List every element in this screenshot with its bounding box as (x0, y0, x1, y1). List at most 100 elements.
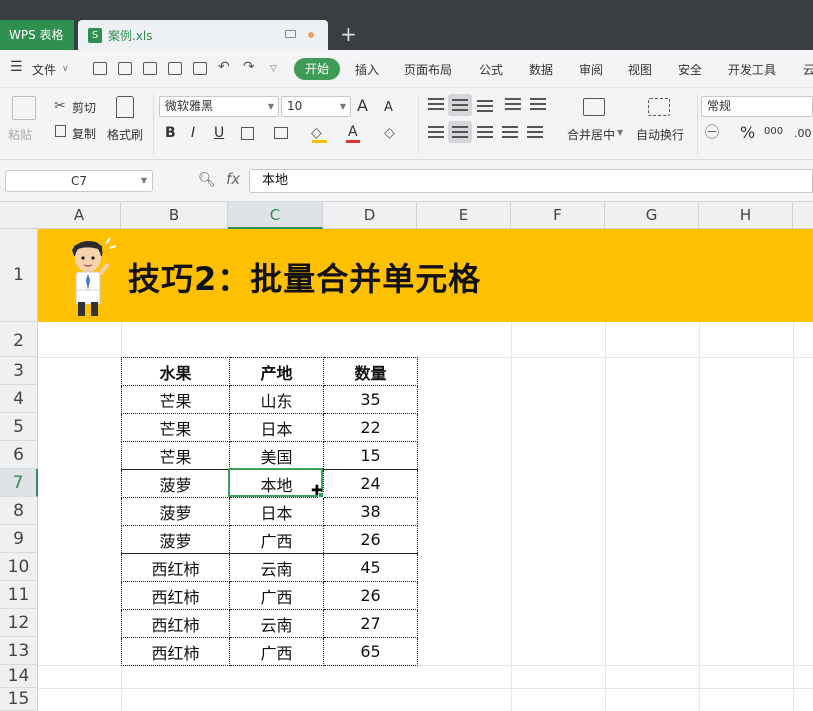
font-color-button[interactable]: A (348, 124, 358, 140)
align-top-icon[interactable] (428, 98, 444, 110)
formula-input[interactable]: 本地 (249, 169, 813, 193)
eraser-icon[interactable]: ◇ (384, 125, 395, 141)
thousands-separator-button[interactable]: 000 (764, 124, 783, 140)
distributed-align-icon[interactable] (527, 126, 543, 138)
column-header-a[interactable]: A (38, 202, 121, 229)
cell-style-icon[interactable] (274, 127, 288, 139)
cell-origin[interactable]: 山东 (229, 385, 324, 414)
align-center-icon[interactable] (452, 126, 468, 138)
cell-quantity[interactable]: 22 (323, 413, 418, 442)
decrease-font-size-button[interactable]: A (384, 100, 393, 116)
menu-formula-tab[interactable]: 公式 (479, 61, 503, 78)
column-header-h[interactable]: H (699, 202, 793, 229)
menu-cloud-tab[interactable]: 云 (803, 61, 813, 78)
column-header-d[interactable]: D (323, 202, 417, 229)
cut-button[interactable]: 剪切 (72, 99, 96, 116)
menu-view-tab[interactable]: 视图 (628, 61, 652, 78)
cell-quantity[interactable]: 38 (323, 497, 418, 526)
cell-fruit[interactable]: 西红柿 (121, 553, 230, 582)
align-middle-icon[interactable] (452, 99, 468, 111)
cell-quantity[interactable]: 15 (323, 441, 418, 470)
cell-fruit[interactable]: 菠萝 (121, 525, 230, 554)
quick-access-dropdown-icon[interactable]: ▽ (270, 64, 277, 74)
cell-origin[interactable]: 本地 (229, 469, 324, 498)
row-header-5[interactable]: 5 (0, 413, 38, 441)
row-header-2[interactable]: 2 (0, 322, 38, 357)
menu-insert-tab[interactable]: 插入 (355, 61, 379, 78)
format-painter-button[interactable]: 格式刷 (107, 126, 143, 143)
cell-quantity[interactable]: 26 (323, 581, 418, 610)
percent-button[interactable]: % (740, 125, 755, 141)
cell-fruit[interactable]: 芒果 (121, 441, 230, 470)
cell-origin[interactable]: 广西 (229, 525, 324, 554)
menu-page-layout-tab[interactable]: 页面布局 (404, 61, 452, 78)
font-name-select[interactable]: 微软雅黑 ▼ (159, 96, 279, 117)
merge-center-button[interactable]: 合并居中 (567, 126, 615, 143)
align-left-icon[interactable] (428, 126, 444, 138)
cell-quantity[interactable]: 35 (323, 385, 418, 414)
redo-icon[interactable]: ↷ (243, 59, 255, 75)
column-header-f[interactable]: F (511, 202, 605, 229)
cell-quantity[interactable]: 26 (323, 525, 418, 554)
cell-quantity[interactable]: 45 (323, 553, 418, 582)
align-bottom-icon[interactable] (477, 100, 493, 112)
underline-button[interactable]: U (214, 125, 224, 141)
open-icon[interactable] (93, 62, 107, 75)
row-header-1[interactable]: 1 (0, 229, 38, 322)
app-tab[interactable]: WPS 表格 (0, 20, 74, 50)
print-icon[interactable] (168, 62, 182, 75)
number-format-select[interactable]: 常规 (701, 96, 813, 117)
increase-font-size-button[interactable]: A (357, 98, 368, 114)
file-tab[interactable]: S 案例.xls (78, 20, 328, 50)
align-right-icon[interactable] (477, 126, 493, 138)
zoom-search-icon[interactable]: 🔍︎ (198, 172, 216, 188)
cell-origin[interactable]: 日本 (229, 497, 324, 526)
insert-function-button[interactable]: fx (226, 170, 240, 188)
row-header-15[interactable]: 15 (0, 688, 38, 711)
font-size-select[interactable]: 10 ▼ (281, 96, 351, 117)
chevron-down-icon[interactable]: ∨ (62, 64, 69, 74)
chevron-down-icon[interactable]: ▼ (141, 171, 147, 191)
cell-quantity[interactable]: 27 (323, 609, 418, 638)
menu-home-tab[interactable]: 开始 (294, 58, 340, 80)
new-tab-button[interactable]: + (340, 22, 357, 46)
column-header-b[interactable]: B (121, 202, 228, 229)
chevron-down-icon[interactable]: ▼ (617, 128, 623, 137)
column-header-g[interactable]: G (605, 202, 699, 229)
column-header-c[interactable]: C (228, 202, 323, 229)
header-quantity[interactable]: 数量 (323, 357, 418, 386)
menu-data-tab[interactable]: 数据 (529, 61, 553, 78)
row-header-14[interactable]: 14 (0, 665, 38, 688)
borders-icon[interactable] (241, 127, 254, 140)
cell-origin[interactable]: 广西 (229, 637, 324, 666)
menu-review-tab[interactable]: 审阅 (579, 61, 603, 78)
row-header-11[interactable]: 11 (0, 581, 38, 609)
menu-developer-tab[interactable]: 开发工具 (728, 61, 776, 78)
row-header-10[interactable]: 10 (0, 553, 38, 581)
copy-button[interactable]: 复制 (72, 125, 96, 142)
export-pdf-icon[interactable] (143, 62, 157, 75)
cell-fruit[interactable]: 西红柿 (121, 581, 230, 610)
header-fruit[interactable]: 水果 (121, 357, 230, 386)
cell-origin[interactable]: 日本 (229, 413, 324, 442)
undo-icon[interactable]: ↶ (218, 59, 230, 75)
increase-indent-icon[interactable] (530, 98, 546, 110)
increase-decimal-button[interactable]: .00 (794, 126, 812, 142)
cell-quantity[interactable]: 24 (323, 469, 418, 498)
bold-button[interactable]: B (165, 125, 176, 141)
row-header-3[interactable]: 3 (0, 357, 38, 385)
row-header-6[interactable]: 6 (0, 441, 38, 469)
save-icon[interactable] (118, 62, 132, 75)
italic-button[interactable]: I (191, 125, 195, 141)
paste-button[interactable]: 粘贴 (8, 126, 32, 143)
row-header-13[interactable]: 13 (0, 637, 38, 665)
currency-icon[interactable]: ㊀ (705, 125, 719, 141)
justify-icon[interactable] (502, 126, 518, 138)
row-header-7[interactable]: 7 (0, 469, 38, 497)
menu-security-tab[interactable]: 安全 (678, 61, 702, 78)
name-box[interactable]: C7 ▼ (5, 170, 153, 192)
row-header-8[interactable]: 8 (0, 497, 38, 525)
cell-fruit[interactable]: 芒果 (121, 413, 230, 442)
paste-icon[interactable] (12, 96, 36, 120)
hamburger-icon[interactable]: ☰ (10, 59, 23, 75)
